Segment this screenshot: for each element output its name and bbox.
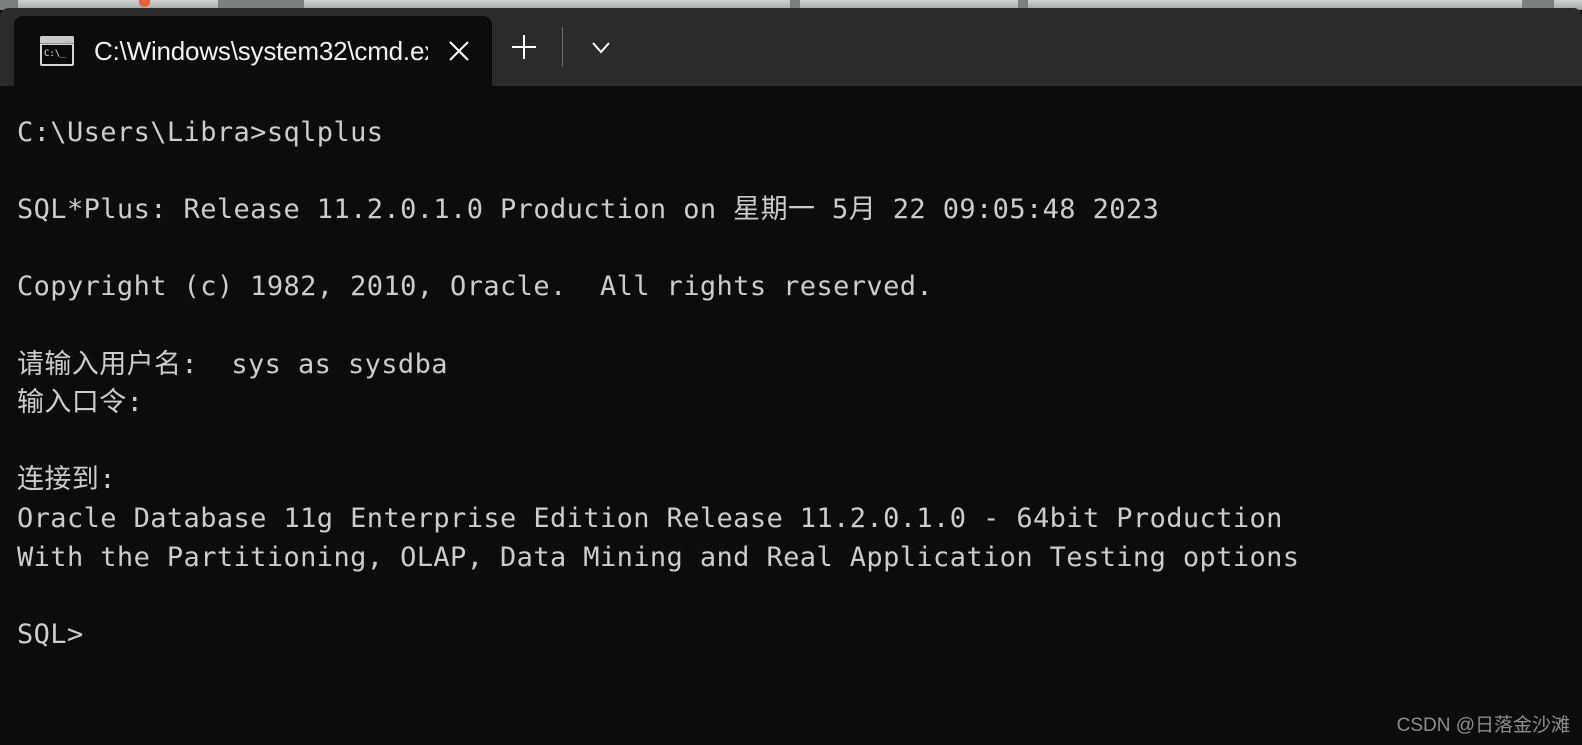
desktop-background: ... C:\_ C:\Windows\system32\cmd.exe C:\… — [0, 0, 1582, 745]
terminal-line: 输入口令: — [17, 387, 144, 419]
close-icon[interactable] — [428, 20, 490, 82]
notification-dot-icon — [139, 0, 150, 7]
new-tab-icon[interactable] — [492, 17, 556, 77]
cmd-icon-prompt: C:\_ — [42, 45, 72, 64]
terminal-line: SQL> — [17, 618, 84, 650]
chevron-down-icon[interactable] — [569, 17, 633, 77]
terminal-line: 请输入用户名: sys as sysdba — [17, 348, 448, 380]
tab-bar-actions — [492, 12, 633, 86]
terminal-line: SQL*Plus: Release 11.2.0.1.0 Production … — [17, 194, 1160, 226]
tab-title: C:\Windows\system32\cmd.exe — [94, 35, 428, 66]
terminal-window: ... C:\_ C:\Windows\system32\cmd.exe C:\… — [0, 8, 1582, 745]
terminal-line: Copyright (c) 1982, 2010, Oracle. All ri… — [17, 271, 934, 303]
tab-cmd[interactable]: ... C:\_ C:\Windows\system32\cmd.exe — [14, 16, 492, 86]
terminal-line: C:\Users\Libra>sqlplus — [17, 117, 384, 148]
watermark: CSDN @日落金沙滩 — [1396, 715, 1570, 736]
cmd-icon-dots: ... — [65, 37, 72, 44]
terminal-line: 连接到: — [17, 464, 116, 496]
tab-bar: ... C:\_ C:\Windows\system32\cmd.exe — [0, 8, 1582, 86]
tab-bar-separator — [562, 27, 563, 67]
terminal-output[interactable]: C:\Users\Libra>sqlplus SQL*Plus: Release… — [0, 86, 1582, 745]
terminal-line: With the Partitioning, OLAP, Data Mining… — [17, 541, 1300, 573]
terminal-line: Oracle Database 11g Enterprise Edition R… — [17, 502, 1283, 534]
cmd-icon: ... C:\_ — [40, 36, 74, 66]
